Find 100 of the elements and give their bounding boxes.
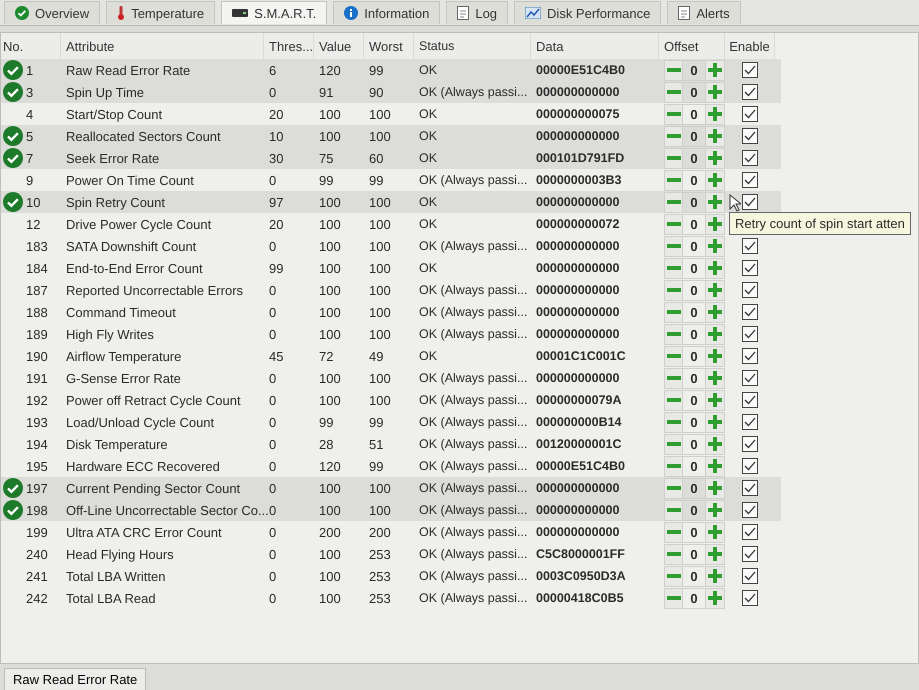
table-cell: OK (Always passi... [419,437,528,451]
table-cell: 100 [369,480,391,496]
table-cell: 190 [26,348,48,364]
table-cell: 20 [269,216,284,232]
table-cell: Drive Power Cycle Count [66,216,212,232]
table-cell: 000000000000 [536,239,620,253]
table-cell: 242 [26,590,48,606]
table-cell: 10 [269,128,284,144]
table-cell: 00120000001C [536,437,622,451]
table-cell: Power off Retract Cycle Count [66,392,241,408]
table-cell: OK [419,107,438,121]
table-cell: OK [419,349,438,363]
table-cell: 000000000000 [536,283,620,297]
table-cell: 0003C0950D3A [536,569,626,583]
table-cell: Off-Line Uncorrectable Sector Co... [66,502,269,518]
table-cell: OK [419,195,438,209]
table-cell: 100 [369,370,391,386]
table-cell: Raw Read Error Rate [66,62,190,78]
table-cell: 120 [319,62,341,78]
table-cell: Load/Unload Cycle Count [66,414,214,430]
table-cell: OK (Always passi... [419,371,528,385]
table-cell: Spin Retry Count [66,194,165,210]
table-cell: Spin Up Time [66,84,144,100]
table-cell: 100 [369,282,391,298]
table-cell: 0 [269,568,276,584]
table-cell: 100 [319,480,341,496]
table-cell: 189 [26,326,48,342]
table-cell: 000000000000 [536,261,620,275]
table-cell: 000000000000 [536,195,620,209]
table-cell: 100 [369,260,391,276]
table-cell: 100 [319,370,341,386]
table-cell: 0 [269,326,276,342]
table-cell: 120 [319,458,341,474]
table-cell: OK (Always passi... [419,569,528,583]
table-cell: 100 [319,282,341,298]
table-cell: 99 [269,260,284,276]
table-cell: 5 [26,128,34,144]
table-cell: 000000000000 [536,503,620,517]
table-cell: 199 [26,524,48,540]
table-cell: 20 [269,106,284,122]
table-cell: 10 [26,194,40,210]
table-cell: 0 [269,392,276,408]
table-cell: 51 [369,436,384,452]
table-cell: 00000418C0B5 [536,591,624,605]
table-cell: 100 [369,304,391,320]
table-cell: OK (Always passi... [419,547,528,561]
table-cell: 0000000003B3 [536,173,622,187]
table-cell: 000000000000 [536,371,620,385]
table-cell: 100 [319,260,341,276]
table-cell: 240 [26,546,48,562]
table-cell: 0 [269,480,276,496]
table-cell: 0 [269,524,276,540]
table-cell: 0 [269,84,276,100]
table-cell: 188 [26,304,48,320]
table-cell: OK (Always passi... [419,85,528,99]
table-cell: 0 [269,282,276,298]
table-cell: OK (Always passi... [419,283,528,297]
table-cell: 198 [26,502,48,518]
table-cell: 000101D791FD [536,151,624,165]
table-cell: 100 [319,326,341,342]
table-cell: 192 [26,392,48,408]
table-cell: OK (Always passi... [419,503,528,517]
table-cell: 99 [319,414,334,430]
table-cell: OK (Always passi... [419,481,528,495]
table-cell: OK (Always passi... [419,239,528,253]
table-cell: 00001C1C001C [536,349,626,363]
table-cell: 100 [319,304,341,320]
table-cell: 0 [269,502,276,518]
table-cell: 000000000000 [536,129,620,143]
table-cell: 45 [269,348,284,364]
table-cell: Total LBA Read [66,590,156,606]
table-cell: 00000E51C4B0 [536,63,625,77]
table-cell: OK (Always passi... [419,173,528,187]
table-cell: 6 [269,62,276,78]
tooltip: Retry count of spin start atten [729,212,911,235]
table-cell: 253 [369,590,391,606]
table-cell: 100 [369,128,391,144]
table-cell: Start/Stop Count [66,106,162,122]
table-cell: 100 [369,238,391,254]
table-cell: 100 [369,326,391,342]
table-cell: 0 [269,436,276,452]
table-cell: Head Flying Hours [66,546,174,562]
table-cell: 90 [369,84,384,100]
table-cell: 184 [26,260,48,276]
table-cell: 49 [369,348,384,364]
table-cell: 99 [369,414,384,430]
table-cell: 0 [269,238,276,254]
table-cell: 100 [369,502,391,518]
table-cell: OK [419,151,438,165]
table-cell: 30 [269,150,284,166]
table-cell: Total LBA Written [66,568,166,584]
table-cell: 195 [26,458,48,474]
table-cell: Power On Time Count [66,172,194,188]
table-cell: Ultra ATA CRC Error Count [66,524,222,540]
table-cell: Seek Error Rate [66,150,160,166]
table-cell: 100 [369,392,391,408]
table-cell: 60 [369,150,384,166]
table-cell: 100 [319,238,341,254]
table-cell: 97 [269,194,284,210]
table-cell: 191 [26,370,48,386]
